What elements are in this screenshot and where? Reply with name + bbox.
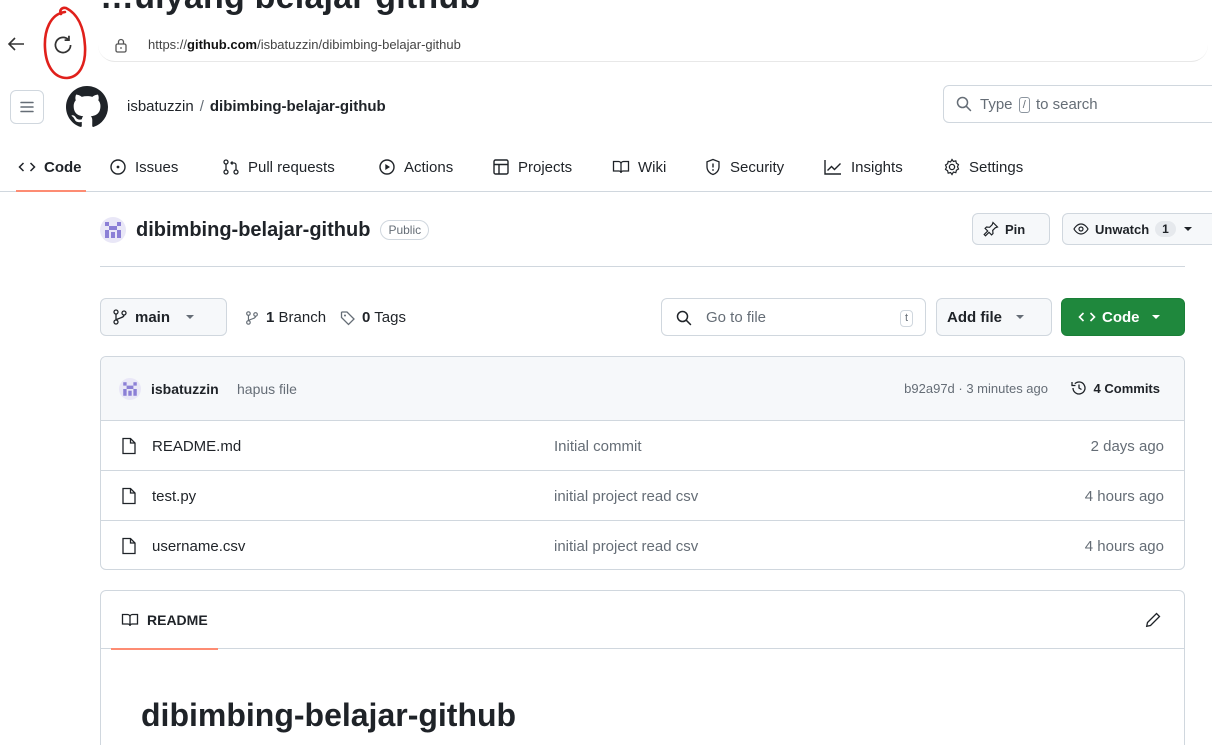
file-icon (122, 437, 136, 455)
file-row: test.py initial project read csv 4 hours… (101, 471, 1184, 521)
branch-tag-info: 1 Branch 0 Tags (244, 309, 406, 326)
code-button[interactable]: Code (1061, 298, 1185, 336)
search-icon (956, 96, 972, 112)
table-icon (493, 159, 509, 175)
book-icon (121, 613, 139, 627)
repo-name[interactable]: dibimbing-belajar-github (136, 219, 370, 242)
chevron-down-icon (1183, 227, 1192, 231)
tab-projects[interactable]: Projects (492, 152, 572, 182)
readme-panel: README dibimbing-belajar-github (100, 590, 1185, 745)
commit-hash-time[interactable]: b92a97d · 3 minutes ago (904, 381, 1048, 396)
shortcut-key-badge: t (899, 310, 913, 327)
pin-button[interactable]: Pin (972, 213, 1050, 245)
search-icon (676, 310, 692, 326)
readme-heading: dibimbing-belajar-github (141, 697, 517, 733)
tag-icon (340, 310, 355, 325)
page-heading-cropped: …ulyang belajar github (100, 0, 480, 17)
breadcrumb-separator: / (199, 98, 204, 115)
eye-icon (1073, 223, 1089, 235)
code-icon (18, 162, 36, 172)
code-icon (1078, 312, 1096, 322)
commit-message[interactable]: hapus file (237, 381, 297, 397)
repo-title-row: dibimbing-belajar-github Public (100, 212, 430, 248)
pin-icon (983, 221, 999, 237)
breadcrumb: isbatuzzin / dibimbing-belajar-github (127, 98, 386, 115)
file-icon (122, 537, 136, 555)
github-logo-icon[interactable] (66, 86, 108, 128)
tab-code[interactable]: Code (16, 152, 85, 192)
watch-count: 1 (1155, 221, 1176, 237)
branch-icon (246, 310, 258, 325)
file-icon (122, 487, 136, 505)
url-text: https://github.com/isbatuzzin/dibimbing-… (148, 37, 461, 52)
lock-icon[interactable] (114, 37, 128, 53)
owner-avatar-icon[interactable] (100, 217, 126, 243)
graph-icon (824, 160, 841, 175)
add-file-button[interactable]: Add file (936, 298, 1052, 336)
file-commit-message[interactable]: initial project read csv (554, 488, 698, 505)
visibility-badge: Public (380, 220, 430, 240)
tab-insights[interactable]: Insights (823, 152, 903, 182)
back-arrow-icon[interactable] (4, 32, 28, 56)
shield-icon (706, 158, 720, 176)
history-icon (1070, 381, 1086, 395)
branch-selector-button[interactable]: main (100, 298, 227, 336)
pencil-icon[interactable] (1144, 611, 1162, 629)
chevron-down-icon (1016, 315, 1024, 319)
unwatch-button[interactable]: Unwatch 1 (1062, 213, 1212, 245)
file-commit-message[interactable]: Initial commit (554, 438, 642, 455)
commit-author[interactable]: isbatuzzin (151, 381, 219, 397)
play-icon (379, 159, 395, 175)
search-placeholder: Type / to search (980, 96, 1098, 113)
tab-settings[interactable]: Settings (943, 152, 1023, 182)
tags-link[interactable]: 0 Tags (362, 309, 406, 326)
hamburger-icon (20, 101, 34, 113)
pull-request-icon (223, 159, 239, 175)
file-commit-time: 4 hours ago (1084, 538, 1164, 555)
tab-issues[interactable]: Issues (109, 152, 178, 182)
file-name[interactable]: README.md (152, 438, 241, 455)
commits-link[interactable]: 4 Commits (1070, 379, 1160, 397)
issue-icon (110, 159, 126, 175)
address-bar[interactable]: https://github.com/isbatuzzin/dibimbing-… (98, 28, 1208, 62)
breadcrumb-owner[interactable]: isbatuzzin (127, 98, 194, 115)
committer-avatar-icon[interactable] (119, 378, 141, 400)
file-name[interactable]: test.py (152, 488, 196, 505)
branches-link[interactable]: 1 Branch (266, 309, 326, 326)
book-icon (612, 160, 630, 174)
tab-security[interactable]: Security (704, 152, 784, 182)
gear-icon (944, 158, 960, 176)
readme-header: README (101, 591, 1184, 650)
repo-tabs: Code Issues Pull requests Actions Projec… (0, 146, 1212, 192)
latest-commit-row: isbatuzzin hapus file b92a97d · 3 minute… (101, 357, 1184, 421)
branch-icon (113, 309, 127, 325)
file-commit-time: 2 days ago (1090, 438, 1164, 455)
go-to-file-input[interactable]: Go to file t (661, 298, 926, 336)
menu-button[interactable] (10, 90, 44, 124)
breadcrumb-repo[interactable]: dibimbing-belajar-github (210, 98, 386, 115)
file-table: isbatuzzin hapus file b92a97d · 3 minute… (100, 356, 1185, 570)
global-search-input[interactable]: Type / to search (943, 85, 1212, 123)
reload-icon[interactable] (50, 32, 76, 58)
chevron-down-icon (186, 315, 195, 319)
github-header: isbatuzzin / dibimbing-belajar-github Type… (0, 80, 1212, 136)
file-name[interactable]: username.csv (152, 538, 245, 555)
file-commit-time: 4 hours ago (1084, 488, 1164, 505)
file-row: README.md Initial commit 2 days ago (101, 421, 1184, 471)
file-row: username.csv initial project read csv 4 … (101, 521, 1184, 569)
go-to-file-placeholder: Go to file (706, 309, 767, 326)
tab-pull-requests[interactable]: Pull requests (222, 152, 335, 182)
chevron-down-icon (1151, 315, 1160, 319)
tab-actions[interactable]: Actions (378, 152, 453, 182)
file-commit-message[interactable]: initial project read csv (554, 538, 698, 555)
readme-tab[interactable]: README (111, 591, 218, 650)
title-divider (100, 266, 1185, 267)
browser-toolbar: https://github.com/isbatuzzin/dibimbing-… (0, 6, 1212, 80)
tab-wiki[interactable]: Wiki (612, 152, 666, 182)
